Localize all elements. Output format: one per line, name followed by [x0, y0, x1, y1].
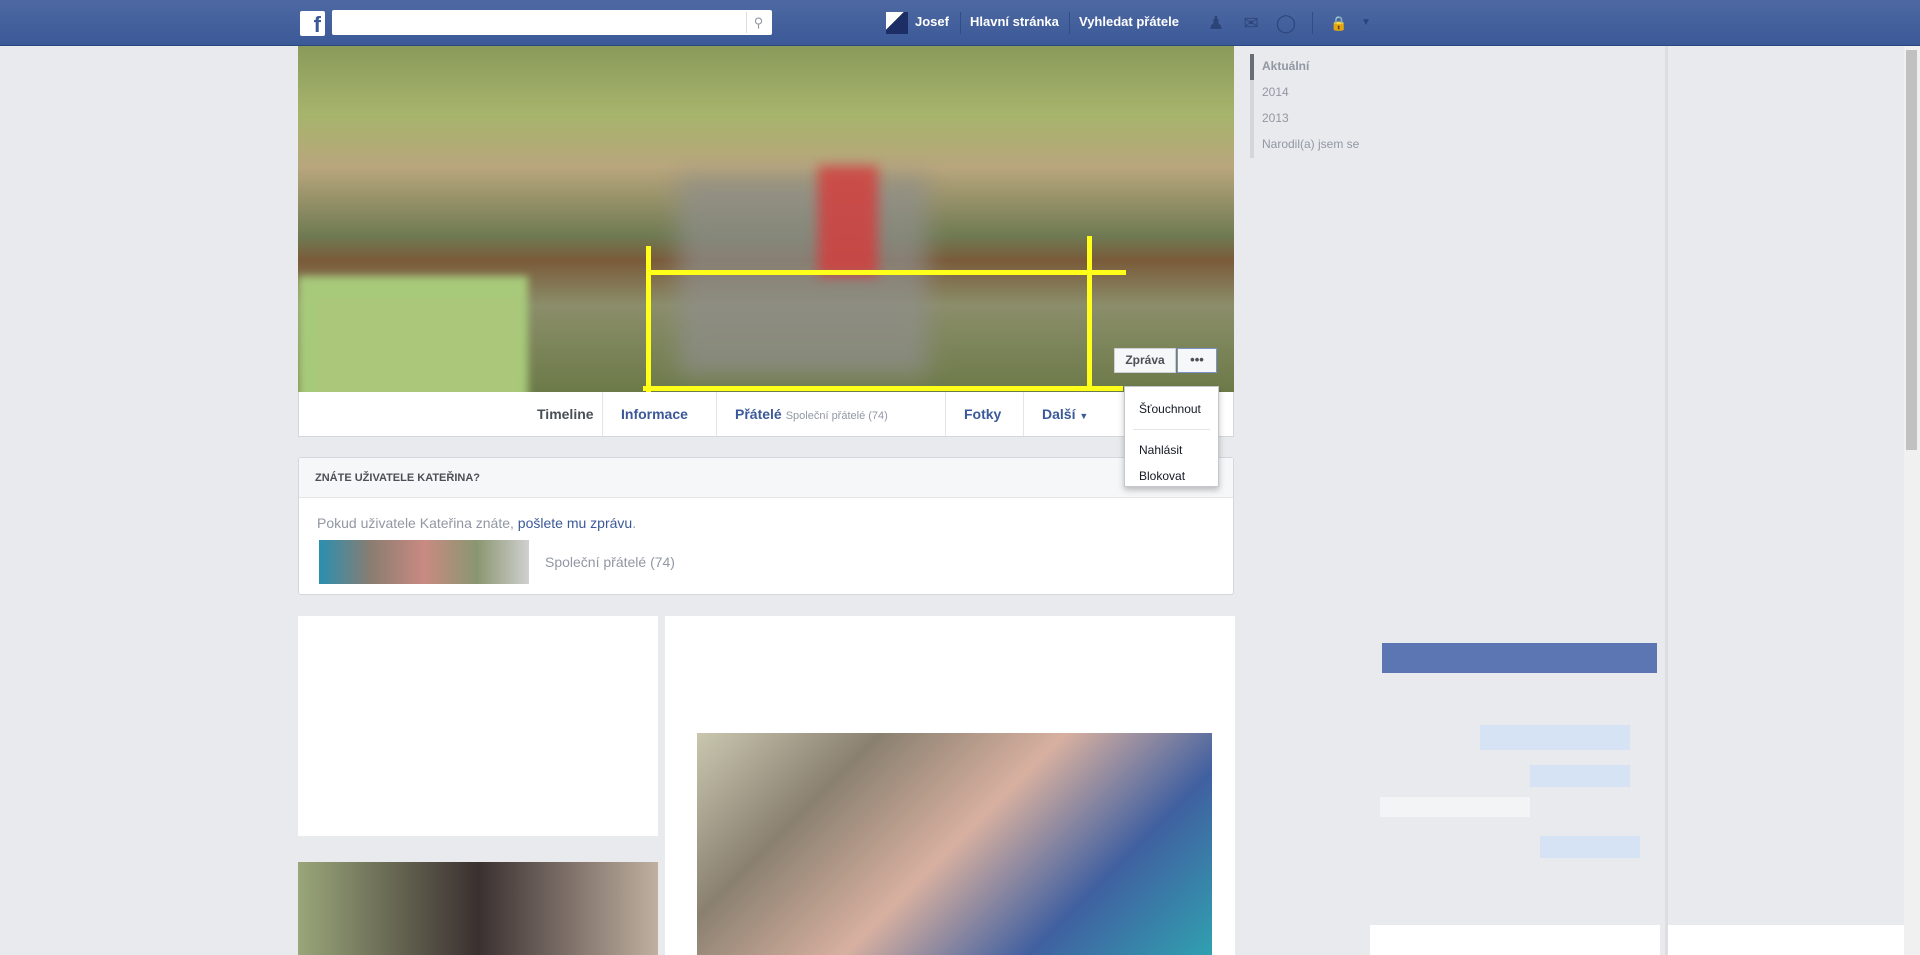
card-text-end: .	[632, 515, 637, 531]
facebook-logo[interactable]: f	[300, 11, 325, 36]
sidebar-box	[1370, 925, 1660, 955]
friend-requests-icon[interactable]: ♟	[1205, 12, 1227, 34]
user-avatar[interactable]	[886, 12, 908, 34]
search-input[interactable]	[332, 10, 772, 35]
photos-box	[298, 862, 658, 955]
annotation-line	[646, 246, 651, 406]
tab-label: Informace	[621, 406, 688, 422]
timeline-year-nav: Aktuální 2014 2013 Narodil(a) jsem se	[1250, 54, 1359, 158]
divider	[1312, 12, 1313, 34]
post-photo[interactable]	[697, 733, 1212, 955]
mutual-friends-count: Společní přátelé (74)	[785, 410, 888, 422]
menu-item-report[interactable]: Nahlásit	[1139, 443, 1182, 457]
profile-link[interactable]: Josef	[915, 14, 949, 29]
timeline-nav-2014[interactable]: 2014	[1250, 80, 1359, 106]
card-title: ZNÁTE UŽIVATELE KATEŘINA?	[299, 458, 1233, 498]
sidebar-item-blurred	[1530, 765, 1630, 787]
home-link[interactable]: Hlavní stránka	[970, 14, 1059, 29]
sidebar-item-blurred	[1480, 725, 1630, 750]
tab-dalsi[interactable]: Další ▼	[1023, 392, 1106, 436]
mutual-friends-link[interactable]: Společní přátelé (74)	[545, 554, 675, 570]
know-user-card: ZNÁTE UŽIVATELE KATEŘINA? Pokud uživatel…	[298, 457, 1234, 595]
tab-label: Fotky	[964, 406, 1002, 422]
send-message-link[interactable]: pošlete mu zprávu	[518, 515, 632, 531]
scrollbar-thumb[interactable]	[1906, 50, 1917, 450]
search-icon[interactable]: ⚲	[746, 12, 770, 33]
chat-divider	[1665, 46, 1668, 955]
sidebar-item-blurred	[1380, 797, 1530, 817]
tab-label: Další	[1042, 406, 1076, 422]
sidebar-header-blurred	[1382, 643, 1657, 673]
menu-item-poke[interactable]: Šťouchnout	[1139, 402, 1201, 416]
privacy-lock-icon[interactable]: 🔒	[1328, 12, 1350, 34]
chevron-down-icon: ▼	[1079, 411, 1089, 421]
cover-detail	[678, 176, 928, 376]
message-button[interactable]: Zpráva	[1114, 348, 1176, 373]
timeline-nav-2013[interactable]: 2013	[1250, 106, 1359, 132]
tab-label: Přátelé	[735, 406, 782, 422]
divider	[960, 12, 961, 34]
timeline-nav-born[interactable]: Narodil(a) jsem se	[1250, 132, 1359, 158]
menu-item-block[interactable]: Blokovat	[1139, 469, 1185, 483]
annotation-line	[643, 386, 1123, 391]
cover-detail	[818, 166, 878, 276]
top-bar: f ⚲ Josef Hlavní stránka Vyhledat přátel…	[0, 0, 1920, 46]
chat-search[interactable]	[1668, 925, 1904, 955]
annotation-line	[1087, 236, 1092, 391]
tab-timeline[interactable]: Timeline	[519, 392, 612, 436]
tab-fotky[interactable]: Fotky	[945, 392, 1019, 436]
menu-divider	[1133, 429, 1210, 430]
tab-informace[interactable]: Informace	[602, 392, 706, 436]
more-options-menu: Šťouchnout Nahlásit Blokovat	[1124, 386, 1219, 487]
more-options-button[interactable]: •••	[1177, 348, 1217, 373]
account-menu-chevron-icon[interactable]: ▼	[1355, 12, 1377, 34]
sidebar-item-blurred	[1540, 836, 1640, 858]
left-column-box	[298, 616, 658, 836]
notifications-globe-icon[interactable]: ◯	[1275, 12, 1297, 34]
profile-tabs: Timeline Informace Přátelé Společní přáte…	[298, 392, 1234, 437]
mutual-friends-avatars[interactable]	[319, 540, 529, 584]
card-text: Pokud uživatele Kateřina znáte, pošlete …	[317, 515, 636, 531]
timeline-nav-current[interactable]: Aktuální	[1250, 54, 1359, 80]
find-friends-link[interactable]: Vyhledat přátele	[1079, 14, 1179, 29]
annotation-line	[646, 270, 1126, 275]
card-text-body: Pokud uživatele Kateřina znáte,	[317, 515, 518, 531]
tab-label: Timeline	[537, 406, 594, 422]
divider	[1069, 12, 1070, 34]
messages-icon[interactable]: ✉	[1240, 12, 1262, 34]
tab-pratele[interactable]: Přátelé Společní přátelé (74)	[716, 392, 906, 436]
